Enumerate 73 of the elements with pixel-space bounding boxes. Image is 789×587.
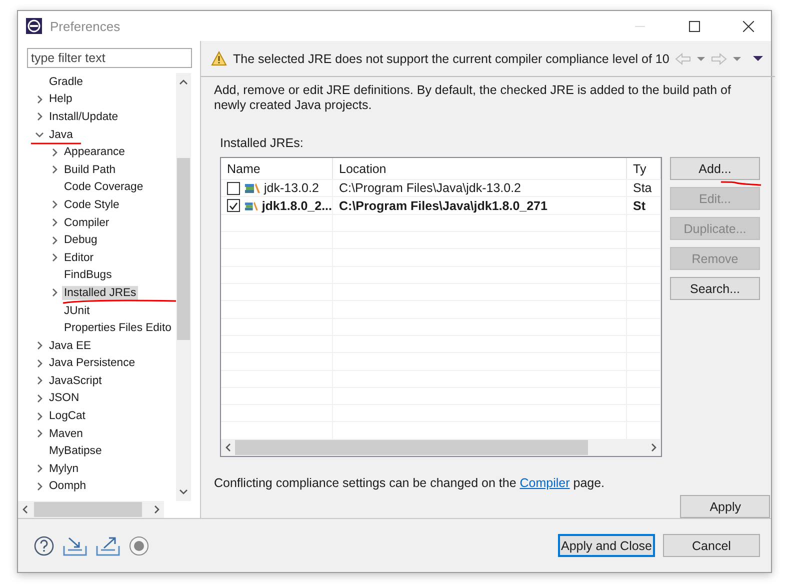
- scroll-right-icon[interactable]: [154, 505, 160, 514]
- tree-item[interactable]: Install/Update: [47, 110, 120, 124]
- chevron-down-icon[interactable]: [35, 130, 44, 140]
- checkbox[interactable]: [227, 199, 240, 212]
- side-button[interactable]: Search...: [670, 277, 760, 300]
- table-cell: C:\Program Files\Java\jdk-13.0.2: [339, 181, 522, 196]
- vertical-scrollbar[interactable]: [176, 73, 191, 501]
- column-header[interactable]: Location: [333, 158, 627, 180]
- compliance-note: Conflicting compliance settings can be changed on the Compiler page.: [214, 476, 606, 490]
- filter-field[interactable]: type filter text: [27, 48, 192, 68]
- tree-item[interactable]: MyBatipse: [47, 444, 104, 458]
- dropdown-icon[interactable]: [697, 56, 706, 60]
- column-header[interactable]: Name: [221, 158, 333, 180]
- apply-button[interactable]: Apply: [680, 495, 770, 518]
- checkbox[interactable]: [227, 182, 240, 195]
- side-button[interactable]: Add...: [670, 157, 760, 180]
- warning-icon: [211, 51, 227, 66]
- scroll-up-icon[interactable]: [179, 79, 188, 85]
- annotation-underline: [30, 142, 82, 146]
- tree-item[interactable]: Java Persistence: [47, 356, 138, 370]
- status-message: The selected JRE does not support the current compiler compliance level of 10: [233, 52, 670, 66]
- tree-item[interactable]: JavaScript: [47, 374, 104, 388]
- annotation-underline: [719, 179, 763, 187]
- table-cell: C:\Program Files\Java\jdk1.8.0_271: [339, 198, 548, 213]
- import-icon[interactable]: [63, 536, 87, 556]
- table-cell: St: [633, 198, 646, 213]
- tree-item[interactable]: Build Path: [62, 162, 118, 177]
- tree-item[interactable]: Gradle: [47, 74, 85, 89]
- tree-item[interactable]: Appearance: [62, 145, 127, 160]
- tree-item[interactable]: Editor: [62, 250, 96, 265]
- scroll-left-icon[interactable]: [225, 443, 231, 452]
- tree-item[interactable]: FindBugs: [62, 268, 114, 282]
- table-cell: jdk-13.0.2: [264, 181, 319, 196]
- table-cell: Sta: [633, 181, 652, 196]
- tree-item[interactable]: Maven: [47, 426, 85, 441]
- scroll-down-icon[interactable]: [179, 489, 188, 495]
- export-icon[interactable]: [96, 536, 120, 556]
- table-cell: jdk1.8.0_2...: [262, 198, 332, 213]
- tree-item[interactable]: Java: [47, 128, 75, 142]
- tree-item[interactable]: Oomph: [47, 479, 88, 494]
- tree-item[interactable]: Debug: [62, 233, 100, 248]
- description: Add, remove or edit JRE definitions. By default, the checked JRE is added to the build path of newly created Java projects.: [214, 83, 732, 113]
- dialog-button[interactable]: Cancel: [663, 534, 760, 557]
- scroll-left-icon[interactable]: [22, 505, 28, 514]
- compiler-link[interactable]: Compiler: [520, 476, 570, 490]
- tree-item[interactable]: Mylyn: [47, 462, 80, 476]
- library-icon: [245, 200, 259, 212]
- help-icon[interactable]: [34, 536, 54, 556]
- app-icon: [26, 18, 42, 34]
- record-icon[interactable]: [129, 536, 149, 556]
- tree-item[interactable]: Code Coverage: [62, 180, 146, 194]
- maximize-icon[interactable]: [688, 20, 700, 32]
- tree-item[interactable]: Installed JREs: [62, 286, 138, 300]
- close-icon[interactable]: [742, 20, 754, 32]
- table-label: Installed JREs:: [220, 136, 304, 150]
- tree-item[interactable]: Properties Files Edito: [62, 321, 174, 336]
- tree-item[interactable]: JUnit: [62, 304, 92, 318]
- window-title: Preferences: [50, 18, 122, 34]
- chevron-right-icon[interactable]: [50, 288, 59, 298]
- dropdown-icon[interactable]: [733, 56, 742, 60]
- scroll-right-icon[interactable]: [651, 443, 657, 452]
- menu-icon[interactable]: [753, 56, 764, 61]
- tree-item[interactable]: JSON: [47, 391, 82, 406]
- tree-item[interactable]: Code Style: [62, 198, 122, 212]
- dialog-button[interactable]: Apply and Close: [558, 534, 655, 557]
- horizontal-scrollbar[interactable]: [221, 440, 661, 456]
- tree-item[interactable]: LogCat: [47, 409, 88, 424]
- tree-item[interactable]: Java EE: [47, 338, 94, 353]
- tree-item[interactable]: Compiler: [62, 216, 112, 230]
- library-icon: [245, 182, 261, 194]
- horizontal-scrollbar[interactable]: [18, 501, 164, 518]
- tree-item[interactable]: Help: [47, 92, 74, 106]
- column-header[interactable]: Ty: [627, 158, 661, 180]
